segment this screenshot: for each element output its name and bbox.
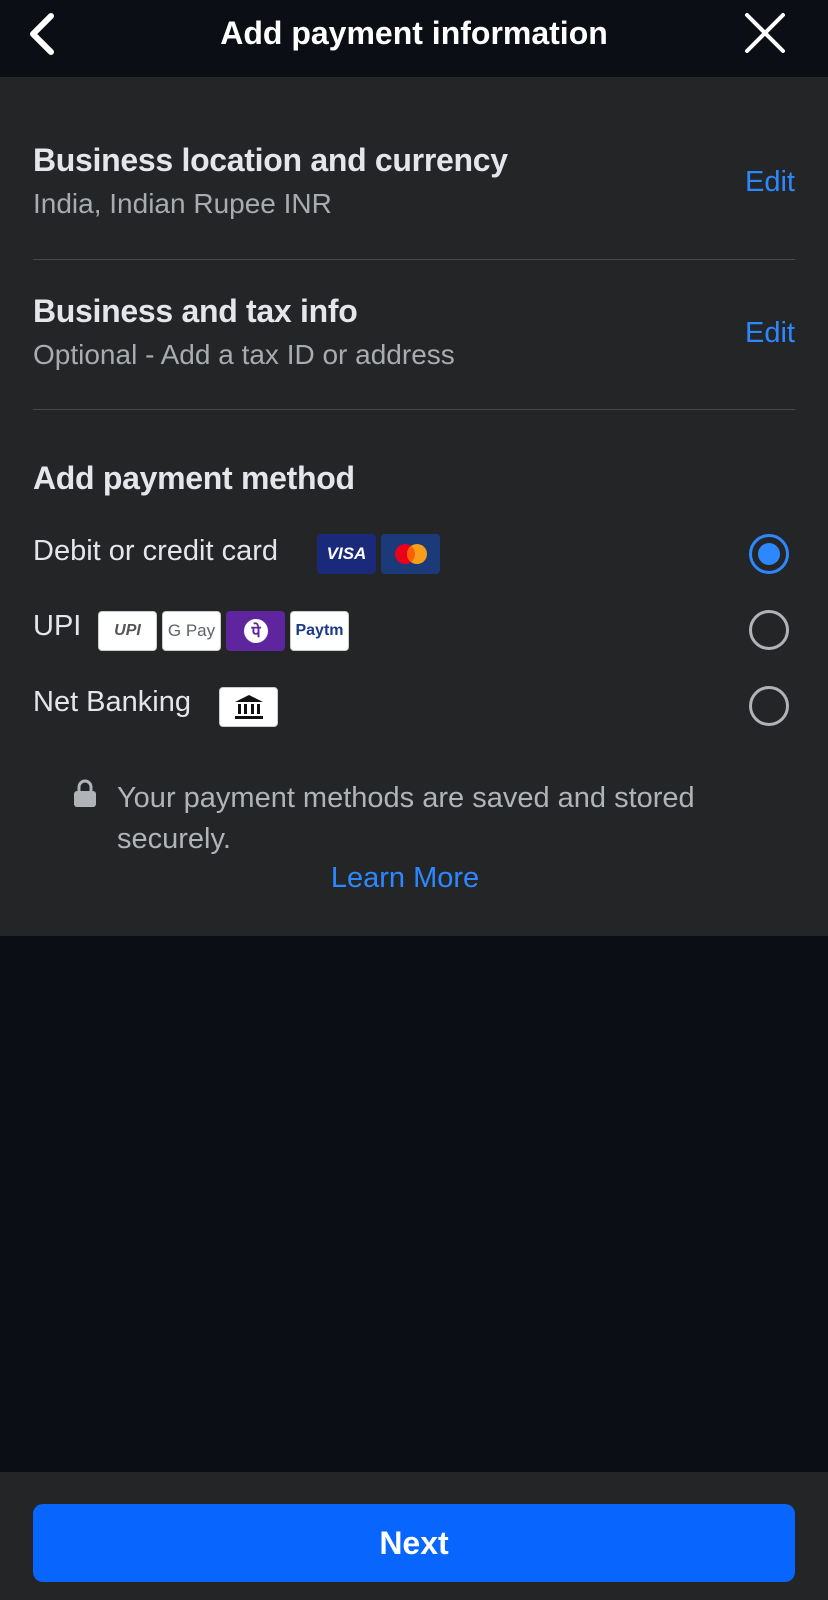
footer-bar: Next: [0, 1472, 828, 1600]
security-note: Your payment methods are saved and store…: [117, 782, 695, 855]
phonepe-icon: पे: [226, 611, 285, 651]
payment-method-title: Add payment method: [33, 460, 355, 496]
divider: [33, 409, 795, 410]
card-logos: VISA: [317, 534, 440, 574]
upi-option-label[interactable]: UPI: [33, 610, 81, 643]
close-button[interactable]: [742, 10, 788, 56]
paytm-logo: Paytm: [290, 611, 349, 651]
gpay-logo: G Pay: [162, 611, 221, 651]
location-section-value: India, Indian Rupee INR: [33, 188, 332, 219]
close-icon: [745, 13, 785, 53]
lock-icon: [74, 779, 96, 807]
location-section-title: Business location and currency: [33, 142, 508, 178]
mastercard-icon: [381, 534, 440, 574]
netbanking-logos: [219, 687, 278, 727]
edit-location-link[interactable]: Edit: [745, 166, 795, 199]
tax-section-value: Optional - Add a tax ID or address: [33, 339, 455, 370]
divider: [33, 259, 795, 260]
edit-tax-link[interactable]: Edit: [745, 317, 795, 350]
bank-icon: [219, 687, 278, 727]
visa-logo: VISA: [317, 534, 376, 574]
card-option-label[interactable]: Debit or credit card: [33, 535, 278, 568]
upi-logos: UPI G Pay पे Paytm: [98, 611, 349, 651]
card-option-radio[interactable]: [749, 534, 789, 574]
page-title: Add payment information: [220, 15, 608, 51]
top-bar: Add payment information: [0, 0, 828, 77]
netbanking-option-label[interactable]: Net Banking: [33, 686, 191, 719]
upi-option-radio[interactable]: [749, 610, 789, 650]
next-button[interactable]: Next: [33, 1504, 795, 1582]
learn-more-link[interactable]: Learn More: [0, 862, 810, 895]
netbanking-option-radio[interactable]: [749, 686, 789, 726]
svg-text:पे: पे: [250, 622, 261, 641]
upi-logo: UPI: [98, 611, 157, 651]
tax-section-title: Business and tax info: [33, 293, 358, 329]
